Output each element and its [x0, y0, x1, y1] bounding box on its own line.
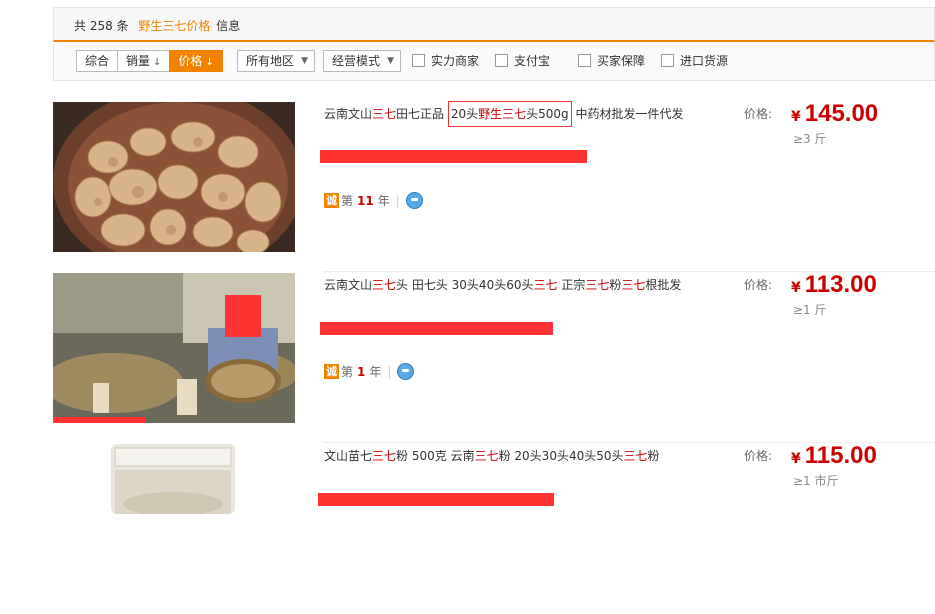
- product-title-link[interactable]: 云南文山三七头 田七头 30头40头60头三七 正宗三七粉三七根批发: [324, 276, 681, 293]
- title-text: 头 田七头 30头40头60头: [396, 278, 534, 292]
- title-text: 头500g: [526, 107, 569, 121]
- title-text: 粉: [609, 278, 622, 292]
- price-label: 价格:: [744, 449, 773, 463]
- title-text: 粉 500克 云南: [396, 449, 475, 463]
- title-highlight: 三七: [474, 449, 499, 463]
- product-image[interactable]: [53, 102, 295, 252]
- arrow-down-icon: ↓: [205, 57, 214, 68]
- chat-icon[interactable]: [405, 192, 423, 209]
- sort-group: 综合 销量 ↓ 价格 ↓: [76, 50, 223, 72]
- redaction-bar: [318, 493, 554, 506]
- search-keyword: 野生三七价格: [138, 19, 211, 33]
- seller-badges: 诚 第 11 年 |: [324, 192, 423, 209]
- product-item: 云南文山三七头 田七头 30头40头60头三七 正宗三七粉三七根批发 诚 第 1…: [53, 271, 935, 443]
- title-highlight: 三七: [621, 278, 646, 292]
- result-suffix: 信息: [216, 19, 241, 33]
- chengxintong-icon: 诚: [324, 364, 339, 379]
- product-image[interactable]: [53, 273, 295, 423]
- sort-label: 综合: [85, 54, 110, 68]
- checkbox-label: 买家保障: [597, 54, 646, 68]
- currency-symbol: ¥: [791, 109, 801, 125]
- price-value: 115.00: [804, 442, 877, 469]
- checkbox-box[interactable]: [412, 54, 425, 67]
- redaction-bar: [225, 295, 261, 337]
- title-highlight: 三七: [533, 278, 558, 292]
- result-count: 共 258 条: [74, 19, 129, 33]
- title-highlight: 野生三七: [478, 107, 527, 121]
- seller-badges: 诚 第 1 年 |: [324, 363, 415, 380]
- title-text: 云南文山: [324, 278, 373, 292]
- sort-price-button[interactable]: 价格 ↓: [169, 50, 223, 72]
- title-text: 粉: [647, 449, 660, 463]
- checkbox-strong-merchant[interactable]: 实力商家: [412, 52, 479, 69]
- years-suffix: 年: [369, 365, 382, 379]
- product-item: 云南文山三七田七正品 20头野生三七头500g 中药材批发一件代发 诚 第 11…: [53, 100, 935, 272]
- region-select[interactable]: 所有地区 ▼: [237, 50, 316, 72]
- price-label: 价格:: [744, 107, 773, 121]
- checkbox-import[interactable]: 进口货源: [661, 52, 728, 69]
- title-text: 粉 20头30头40头50头: [498, 449, 624, 463]
- business-mode-value: 经营模式: [332, 54, 381, 68]
- caret-down-icon: ▼: [387, 56, 395, 66]
- result-summary: 共 258 条 野生三七价格 信息: [74, 17, 240, 34]
- title-highlight: 三七: [372, 107, 397, 121]
- title-text: 文山苗七: [324, 449, 373, 463]
- filter-bar: 综合 销量 ↓ 价格 ↓ 所有地区 ▼ 经营模式 ▼ 实力商家 支付宝 买家保障 进…: [53, 43, 935, 81]
- title-text: 根批发: [645, 278, 682, 292]
- years-prefix: 第: [341, 365, 354, 379]
- product-title-link[interactable]: 云南文山三七田七正品 20头野生三七头500g 中药材批发一件代发: [324, 101, 684, 127]
- redaction-bar: [320, 322, 553, 335]
- chat-icon[interactable]: [397, 363, 415, 380]
- caret-down-icon: ▼: [301, 56, 309, 66]
- title-highlight: 三七: [585, 278, 610, 292]
- product-item: 文山苗七三七粉 500克 云南三七粉 20头30头40头50头三七粉 价格: ¥…: [53, 442, 935, 614]
- years-prefix: 第: [341, 194, 354, 208]
- title-annotation-box: 20头野生三七头500g: [447, 101, 572, 127]
- results-header: 共 258 条 野生三七价格 信息: [53, 7, 935, 42]
- sort-label: 销量: [126, 54, 151, 68]
- business-mode-select[interactable]: 经营模式 ▼: [323, 50, 402, 72]
- region-select-value: 所有地区: [246, 54, 295, 68]
- title-text: 20头: [450, 107, 479, 121]
- member-years: 11: [357, 193, 374, 208]
- product-image[interactable]: [53, 444, 295, 514]
- checkbox-label: 实力商家: [431, 54, 480, 68]
- title-text: 云南文山: [324, 107, 373, 121]
- price: ¥145.00: [791, 100, 878, 128]
- price: ¥113.00: [791, 271, 877, 299]
- title-text: 正宗: [557, 278, 586, 292]
- years-suffix: 年: [377, 194, 390, 208]
- sort-label: 价格: [178, 54, 203, 68]
- title-highlight: 三七: [372, 278, 397, 292]
- checkbox-alipay[interactable]: 支付宝: [495, 52, 550, 69]
- title-highlight: 三七: [623, 449, 648, 463]
- title-text: 中药材批发一件代发: [571, 107, 684, 121]
- currency-symbol: ¥: [791, 280, 801, 296]
- min-order-quantity: ≥3 斤: [793, 132, 827, 146]
- min-order-quantity: ≥1 市斤: [793, 474, 839, 488]
- price-value: 113.00: [804, 271, 877, 298]
- currency-symbol: ¥: [791, 451, 801, 467]
- price-value: 145.00: [804, 100, 879, 127]
- checkbox-buyer-protection[interactable]: 买家保障: [578, 52, 645, 69]
- checkbox-box[interactable]: [578, 54, 591, 67]
- sort-comprehensive-button[interactable]: 综合: [76, 50, 119, 72]
- price-label: 价格:: [744, 278, 773, 292]
- redaction-bar: [320, 150, 587, 163]
- product-title-link[interactable]: 文山苗七三七粉 500克 云南三七粉 20头30头40头50头三七粉: [324, 447, 660, 464]
- title-highlight: 三七: [372, 449, 397, 463]
- divider: |: [395, 193, 400, 208]
- checkbox-label: 进口货源: [680, 54, 729, 68]
- divider: |: [387, 364, 392, 379]
- member-years: 1: [357, 364, 366, 379]
- price: ¥115.00: [791, 442, 877, 470]
- checkbox-box[interactable]: [661, 54, 674, 67]
- min-order-quantity: ≥1 斤: [793, 303, 827, 317]
- sort-sales-button[interactable]: 销量 ↓: [117, 50, 171, 72]
- arrow-down-icon: ↓: [153, 57, 162, 68]
- checkbox-label: 支付宝: [514, 54, 551, 68]
- chengxintong-icon: 诚: [324, 193, 339, 208]
- checkbox-box[interactable]: [495, 54, 508, 67]
- title-text: 田七正品: [396, 107, 448, 121]
